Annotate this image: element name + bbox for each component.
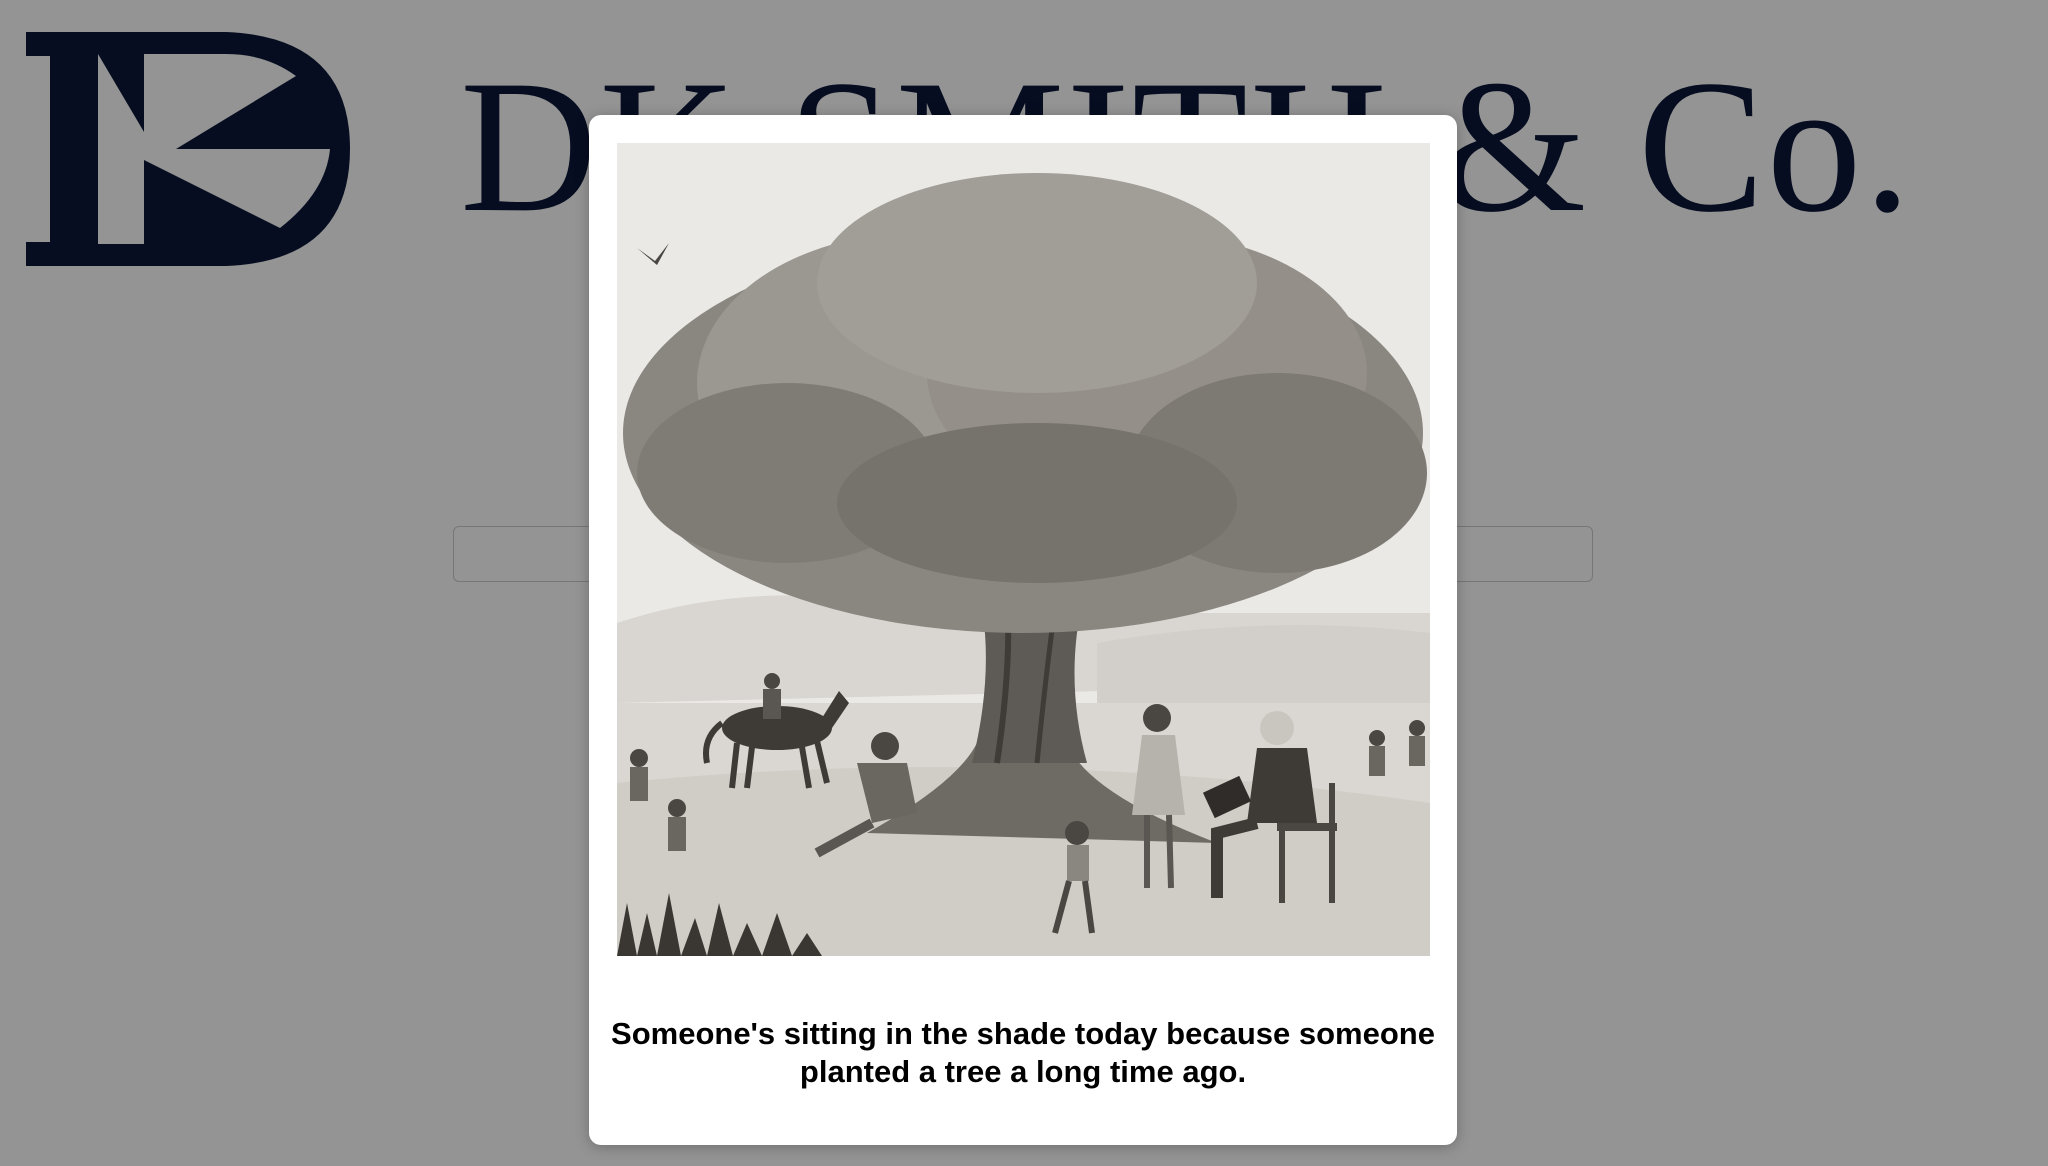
tree-illustration <box>617 143 1430 956</box>
quote-text: Someone's sitting in the shade today bec… <box>611 1016 1435 1089</box>
tree-illustration-icon <box>617 143 1430 956</box>
quote-modal: Someone's sitting in the shade today bec… <box>589 115 1457 1145</box>
page: DK SMITH & Co. Conference Call Summarize… <box>0 0 2048 1166</box>
